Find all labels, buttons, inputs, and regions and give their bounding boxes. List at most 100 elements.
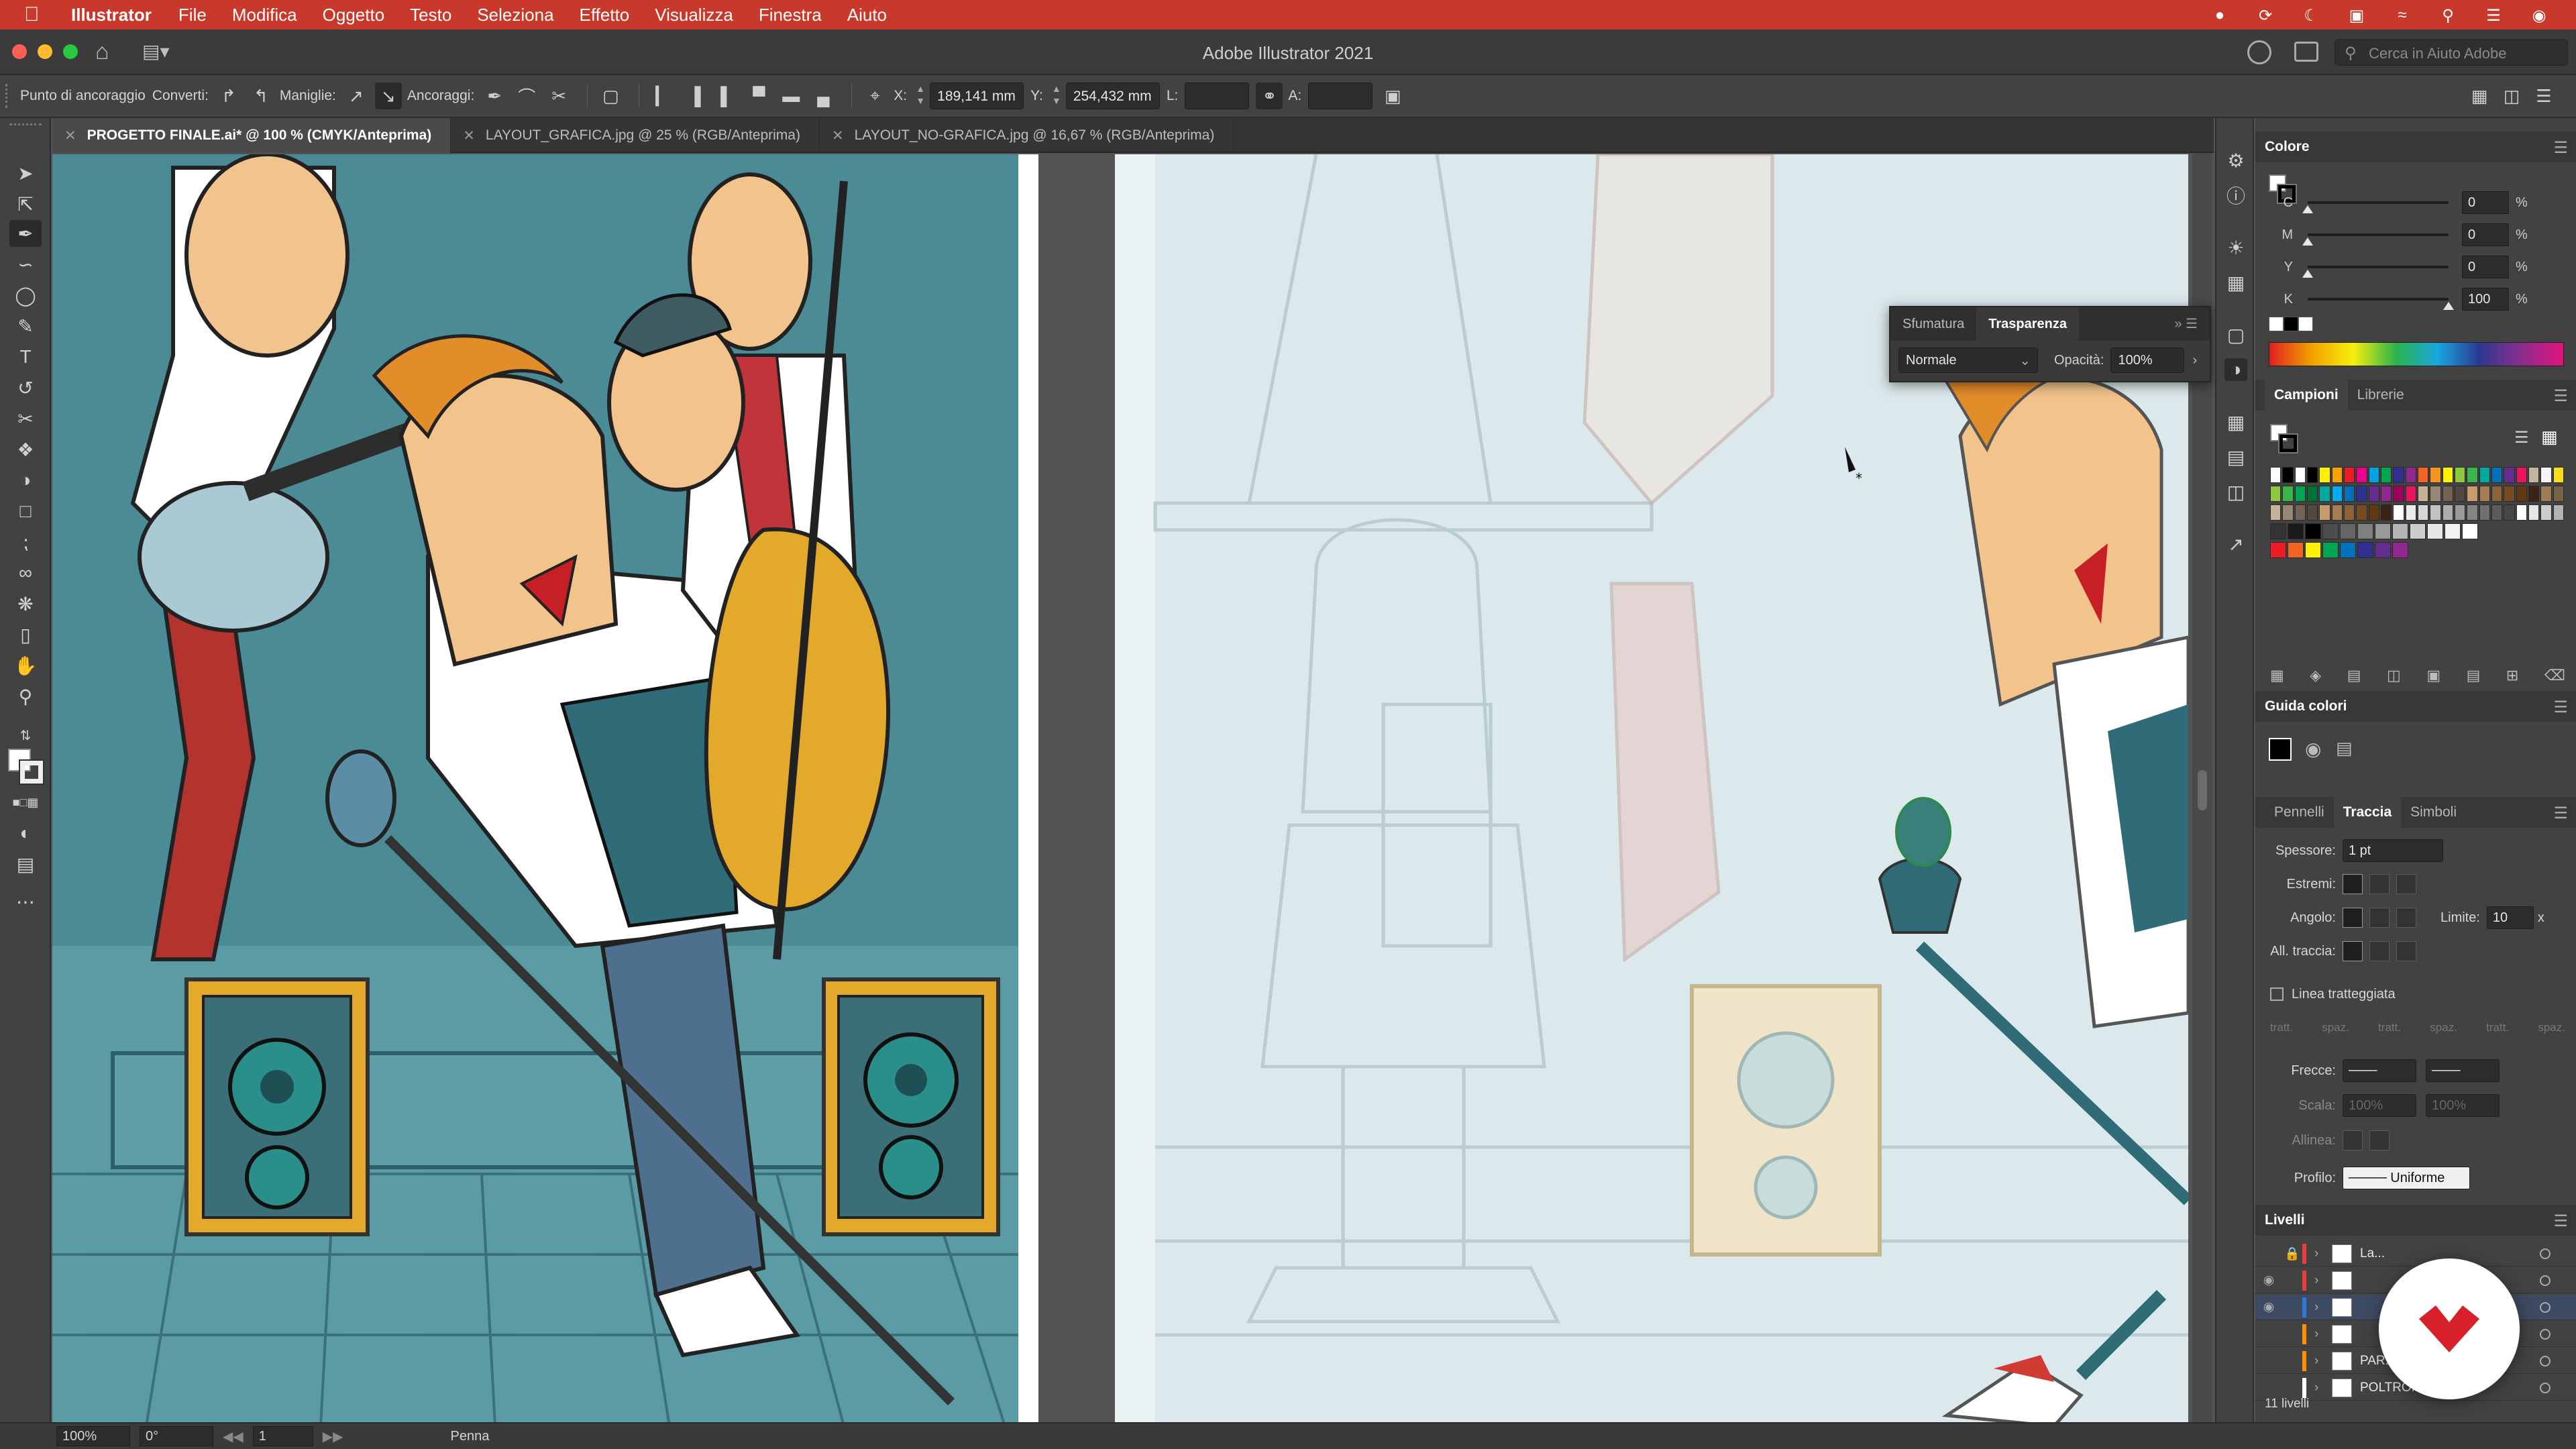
butt-cap-button[interactable] [2343, 874, 2363, 894]
color-swatch[interactable] [2294, 467, 2306, 483]
color-swatch[interactable] [2343, 486, 2355, 502]
color-swatch[interactable] [2288, 523, 2304, 539]
user-icon[interactable] [2247, 40, 2271, 64]
apple-icon[interactable]:  [24, 3, 58, 26]
color-swatch[interactable] [2479, 504, 2490, 521]
siri-icon[interactable]: ◉ [2529, 6, 2549, 25]
yellow-slider[interactable] [2302, 266, 2449, 278]
type-tool-icon[interactable]: T [9, 343, 42, 370]
swap-fill-stroke-icon[interactable]: ⇅ [9, 722, 42, 749]
target-icon[interactable] [2540, 1355, 2551, 1366]
color-swatch[interactable] [2430, 486, 2441, 502]
color-swatch[interactable] [2462, 523, 2478, 539]
tab-swatches[interactable]: Campioni [2265, 380, 2348, 411]
close-tab-icon[interactable]: ✕ [463, 127, 475, 144]
color-swatch[interactable] [2393, 467, 2404, 483]
color-swatch[interactable] [2504, 504, 2515, 521]
close-tab-icon[interactable]: ✕ [64, 127, 76, 144]
trash-icon[interactable]: ⌫ [2544, 667, 2565, 684]
expand-layer-icon[interactable]: › [2314, 1327, 2328, 1342]
opacity-slider-arrow-icon[interactable]: › [2192, 353, 2197, 368]
convert-smooth-icon[interactable]: ↰ [248, 83, 274, 109]
ellipse-tool-icon[interactable]: ◯ [9, 282, 42, 309]
color-swatch[interactable] [2393, 504, 2404, 521]
bevel-join-button[interactable] [2396, 908, 2416, 928]
collapse-panel-icon[interactable]: » ☰ [2162, 307, 2210, 341]
tools-grip[interactable] [9, 123, 42, 127]
color-swatch[interactable] [2288, 542, 2304, 558]
x-coordinate-input[interactable]: 189,141 mm [930, 83, 1024, 109]
color-swatch[interactable] [2491, 467, 2503, 483]
round-join-button[interactable] [2369, 908, 2390, 928]
color-swatch[interactable] [2270, 467, 2282, 483]
color-swatch[interactable] [2479, 467, 2490, 483]
opacity-input[interactable]: 100% [2110, 347, 2185, 373]
swatch-fill-stroke-icon[interactable] [2270, 424, 2300, 453]
color-swatch[interactable] [2442, 467, 2453, 483]
color-swatch[interactable] [2319, 504, 2330, 521]
color-swatch[interactable] [2270, 486, 2282, 502]
color-swatch[interactable] [2430, 467, 2441, 483]
color-swatch[interactable] [2553, 504, 2564, 521]
swatch-libraries-icon[interactable]: ▦ [2270, 667, 2284, 684]
color-spectrum[interactable] [2269, 342, 2564, 366]
control-center-icon[interactable]: ☰ [2483, 6, 2504, 25]
tab-transparency[interactable]: Trasparenza [1976, 307, 2079, 341]
expand-layer-icon[interactable]: › [2314, 1273, 2328, 1288]
zoom-tool-icon[interactable]: ⚲ [9, 683, 42, 710]
target-icon[interactable] [2540, 1382, 2551, 1393]
color-swatch[interactable] [2479, 486, 2490, 502]
gradient-panel-icon[interactable]: ▢ [2224, 323, 2247, 346]
arrow-place-button[interactable] [2369, 1130, 2390, 1150]
appearance-icon[interactable]: ☀ [2224, 236, 2247, 259]
stroke-weight-input[interactable]: 1 pt [2343, 839, 2443, 862]
color-swatch[interactable] [2270, 523, 2286, 539]
color-swatch[interactable] [2405, 467, 2416, 483]
menu-file[interactable]: File [178, 5, 207, 25]
properties-icon[interactable]: ⚙ [2224, 149, 2247, 172]
target-icon[interactable] [2540, 1275, 2551, 1286]
align-left-icon[interactable]: ▎ [649, 83, 676, 109]
creative-cloud-icon[interactable]: ● [2210, 6, 2230, 24]
hand-tool-icon[interactable]: ✋ [9, 652, 42, 679]
menu-visualizza[interactable]: Visualizza [655, 5, 733, 25]
color-swatch[interactable] [2356, 504, 2367, 521]
color-swatch[interactable] [2340, 523, 2356, 539]
folder-icon[interactable]: ▣ [2426, 667, 2440, 684]
tab-brushes[interactable]: Pennelli [2265, 797, 2334, 828]
moon-icon[interactable]: ☾ [2301, 6, 2321, 25]
color-swatch[interactable] [2357, 542, 2373, 558]
color-swatch[interactable] [2331, 486, 2343, 502]
panel-menu-icon[interactable]: ☰ [2553, 386, 2568, 406]
color-swatch[interactable] [2454, 467, 2466, 483]
tab-libraries[interactable]: Librerie [2348, 380, 2414, 411]
align-inside-stroke-button[interactable] [2369, 941, 2390, 961]
close-tab-icon[interactable]: ✕ [832, 127, 844, 144]
color-swatch[interactable] [2504, 467, 2515, 483]
artboard-tool-icon[interactable]: ▯ [9, 621, 42, 648]
color-swatch[interactable] [2270, 542, 2286, 558]
color-swatch[interactable] [2430, 504, 2441, 521]
info-icon[interactable]: ⓘ [2224, 184, 2247, 207]
magenta-slider-knob[interactable] [2302, 237, 2313, 246]
color-swatch[interactable] [2305, 523, 2321, 539]
control-bar-menu-icon[interactable]: ☰ [2530, 83, 2557, 109]
swatch-options-icon[interactable]: ▤ [2347, 667, 2361, 684]
target-icon[interactable] [2540, 1301, 2551, 1313]
color-swatch[interactable] [2410, 523, 2426, 539]
expand-layer-icon[interactable]: › [2314, 1300, 2328, 1315]
color-swatch[interactable] [2417, 504, 2429, 521]
y-coordinate-input[interactable]: 254,432 mm [1065, 83, 1160, 109]
menu-testo[interactable]: Testo [410, 5, 451, 25]
color-swatch[interactable] [2380, 486, 2392, 502]
color-swatch[interactable] [2528, 504, 2540, 521]
transparency-panel-icon[interactable]: ◑ [2224, 358, 2247, 381]
color-swatch[interactable] [2343, 467, 2355, 483]
cyan-slider[interactable] [2302, 201, 2449, 213]
align-center-stroke-button[interactable] [2343, 941, 2363, 961]
black-swatch[interactable] [2284, 317, 2298, 331]
curvature-tool-icon[interactable]: ∽ [9, 251, 42, 278]
arrange-documents-icon[interactable] [2294, 42, 2318, 62]
color-swatch[interactable] [2442, 504, 2453, 521]
artboard-illustration[interactable] [52, 154, 1038, 1426]
